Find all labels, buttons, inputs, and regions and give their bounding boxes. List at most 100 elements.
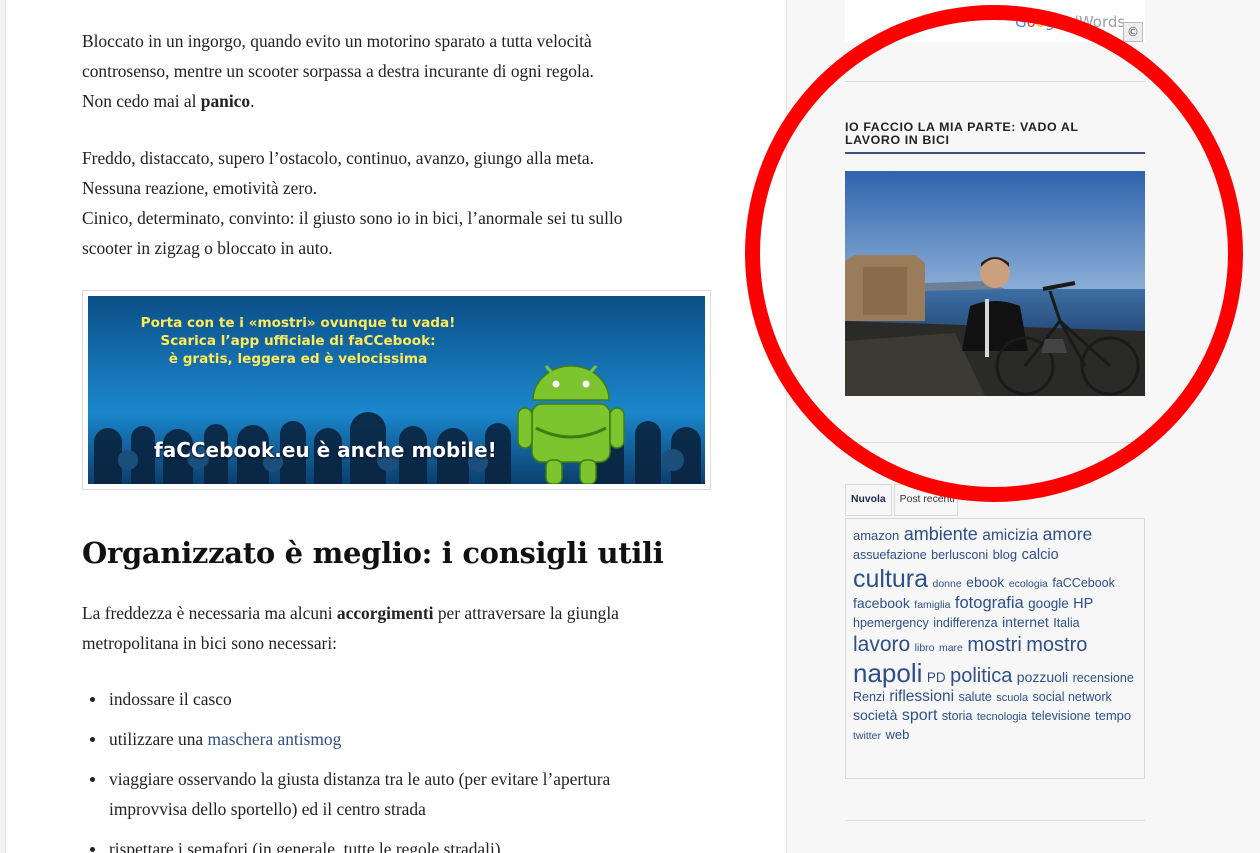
app-promo-banner[interactable]: Porta con te i «mostri» ovunque tu vada!… (82, 290, 711, 490)
tag-widget-tabs: Nuvola Post recenti (845, 484, 960, 516)
article-paragraph-3: La freddezza è necessaria ma alcuni acco… (82, 598, 722, 658)
text-fragment: . (250, 91, 255, 111)
text-line: Cinico, determinato, convinto: il giusto… (82, 208, 623, 228)
tag-link[interactable]: società (853, 707, 897, 723)
text-fragment: Non cedo mai al (82, 91, 201, 111)
tag-link[interactable]: lavoro (853, 633, 910, 656)
adwords-logo-text: AdWords (1059, 13, 1126, 31)
tag-link[interactable]: amazon (853, 528, 899, 543)
tag-link[interactable]: sport (902, 707, 938, 724)
tag-link[interactable]: scuola (996, 692, 1028, 704)
widget-divider (845, 442, 1145, 443)
list-item: viaggiare osservando la giusta distanza … (90, 764, 722, 824)
tag-cloud: amazon ambiente amicizia amore assuefazi… (845, 518, 1145, 779)
text-line: controsenso, mentre un scooter sorpassa … (82, 61, 594, 81)
tab-post-recenti[interactable]: Post recenti (893, 484, 958, 516)
tag-link[interactable]: napoli (853, 658, 922, 688)
tag-link[interactable]: famiglia (914, 599, 950, 611)
list-item-text: utilizzare una (109, 729, 208, 749)
tag-link[interactable]: recensione (1073, 671, 1134, 685)
tag-link[interactable]: tempo (1095, 708, 1131, 723)
list-item-text: viaggiare osservando la giusta distanza … (109, 769, 611, 789)
tag-link[interactable]: amicizia (982, 527, 1038, 544)
list-item-text: indossare il casco (109, 689, 232, 709)
tag-link[interactable]: web (885, 727, 909, 742)
banner-image[interactable]: Porta con te i «mostri» ovunque tu vada!… (88, 296, 705, 484)
text-fragment: La freddezza è necessaria ma alcuni (82, 603, 337, 623)
tag-link[interactable]: Italia (1053, 616, 1079, 630)
tag-link[interactable]: libro (915, 642, 935, 654)
android-crowd-illustration (94, 365, 701, 484)
bold-word-panico: panico (200, 91, 251, 111)
text-line: La freddezza è necessaria ma alcuni acco… (82, 598, 722, 628)
article-paragraph-2: Freddo, distaccato, supero l’ostacolo, c… (82, 143, 722, 263)
tag-link[interactable]: donne (933, 578, 962, 590)
tag-link[interactable]: fotografia (955, 594, 1024, 612)
tag-link[interactable]: blog (993, 547, 1018, 562)
tag-link[interactable]: berlusconi (931, 548, 988, 562)
text-line: metropolitana in bici sono necessari: (82, 633, 337, 653)
tag-link[interactable]: google (1028, 596, 1069, 611)
list-item: utilizzare una maschera antismog (90, 724, 722, 754)
ad-choices-icon[interactable]: © (1123, 22, 1143, 42)
tag-link[interactable]: indifferenza (933, 616, 997, 630)
widget-title-line: LAVORO IN BICI (845, 133, 950, 147)
tag-link[interactable]: ebook (966, 574, 1004, 590)
tag-link[interactable]: tecnologia (977, 711, 1027, 723)
section-heading: Organizzato è meglio: i consigli utili (82, 536, 664, 570)
banner-text-line: è gratis, leggera ed è velocissima (168, 351, 428, 367)
list-item: rispettare i semafori (in generale, tutt… (90, 834, 722, 853)
banner-mobile-caption: faCCebook.eu è anche mobile! (154, 438, 497, 462)
widget-divider (845, 81, 1145, 82)
tag-link[interactable]: riflessioni (889, 688, 954, 705)
tag-link[interactable]: faCCebook (1052, 576, 1115, 590)
tag-link[interactable]: ecologia (1009, 578, 1048, 590)
tag-link[interactable]: social network (1033, 690, 1112, 704)
tag-link[interactable]: mare (939, 642, 963, 654)
tag-link[interactable]: salute (958, 690, 991, 704)
main-content: Bloccato in un ingorgo, quando evito un … (6, 0, 787, 853)
tag-link[interactable]: twitter (853, 730, 881, 742)
list-item-text: improvvisa dello sportello) ed il centro… (109, 799, 426, 819)
antismog-mask-link[interactable]: maschera antismog (208, 729, 342, 749)
tag-link[interactable]: pozzuoli (1017, 669, 1068, 685)
bike-commute-photo[interactable] (845, 171, 1145, 396)
tag-link[interactable]: ambiente (904, 524, 978, 544)
text-line: Non cedo mai al panico. (82, 86, 722, 116)
tag-link[interactable]: internet (1002, 614, 1049, 630)
text-fragment: per attraversare la giungla (433, 603, 619, 623)
text-line: Nessuna reazione, emotività zero. (82, 178, 318, 198)
tag-link[interactable]: storia (942, 709, 973, 723)
article-paragraph-1: Bloccato in un ingorgo, quando evito un … (82, 26, 722, 116)
tab-nuvola[interactable]: Nuvola (845, 484, 892, 516)
tag-link[interactable]: politica (950, 665, 1012, 687)
tag-link[interactable]: assuefazione (853, 548, 927, 562)
list-item-text: rispettare i semafori (in generale, tutt… (109, 839, 501, 853)
sidebar: Goog AdWords © IO FACCIO LA MIA PARTE: V… (788, 0, 1260, 853)
text-line: Bloccato in un ingorgo, quando evito un … (82, 31, 592, 51)
tag-link[interactable]: Renzi (853, 690, 885, 704)
tips-list: indossare il casco utilizzare una masche… (82, 684, 722, 853)
list-item: indossare il casco (90, 684, 722, 714)
banner-promo-text: Porta con te i «mostri» ovunque tu vada!… (118, 314, 478, 368)
tag-link[interactable]: mostri (967, 634, 1021, 656)
banner-text-line: Scarica l’app ufficiale di faCCebook: (160, 333, 436, 349)
tag-link[interactable]: hpemergency (853, 616, 929, 630)
widget-title-line: IO FACCIO LA MIA PARTE: VADO AL (845, 120, 1079, 134)
tag-link[interactable]: amore (1043, 524, 1093, 544)
widget-title: IO FACCIO LA MIA PARTE: VADO AL LAVORO I… (845, 121, 1145, 154)
tag-link[interactable]: PD (927, 670, 946, 685)
tag-link[interactable]: calcio (1022, 547, 1059, 563)
banner-text-line: Porta con te i «mostri» ovunque tu vada! (140, 315, 456, 331)
text-line: scooter in zigzag o bloccato in auto. (82, 238, 333, 258)
tag-link[interactable]: HP (1073, 596, 1093, 612)
google-ad-unit[interactable]: Goog AdWords © (845, 0, 1145, 42)
widget-divider (845, 820, 1145, 821)
tag-link[interactable]: facebook (853, 595, 910, 611)
bold-word-accorgimenti: accorgimenti (336, 603, 434, 623)
tag-link[interactable]: mostro (1026, 634, 1087, 656)
tag-link[interactable]: televisione (1031, 709, 1090, 723)
adwords-logo: Goog AdWords (1015, 13, 1126, 31)
tag-link[interactable]: cultura (853, 565, 928, 593)
photo-illustration (845, 171, 1145, 396)
